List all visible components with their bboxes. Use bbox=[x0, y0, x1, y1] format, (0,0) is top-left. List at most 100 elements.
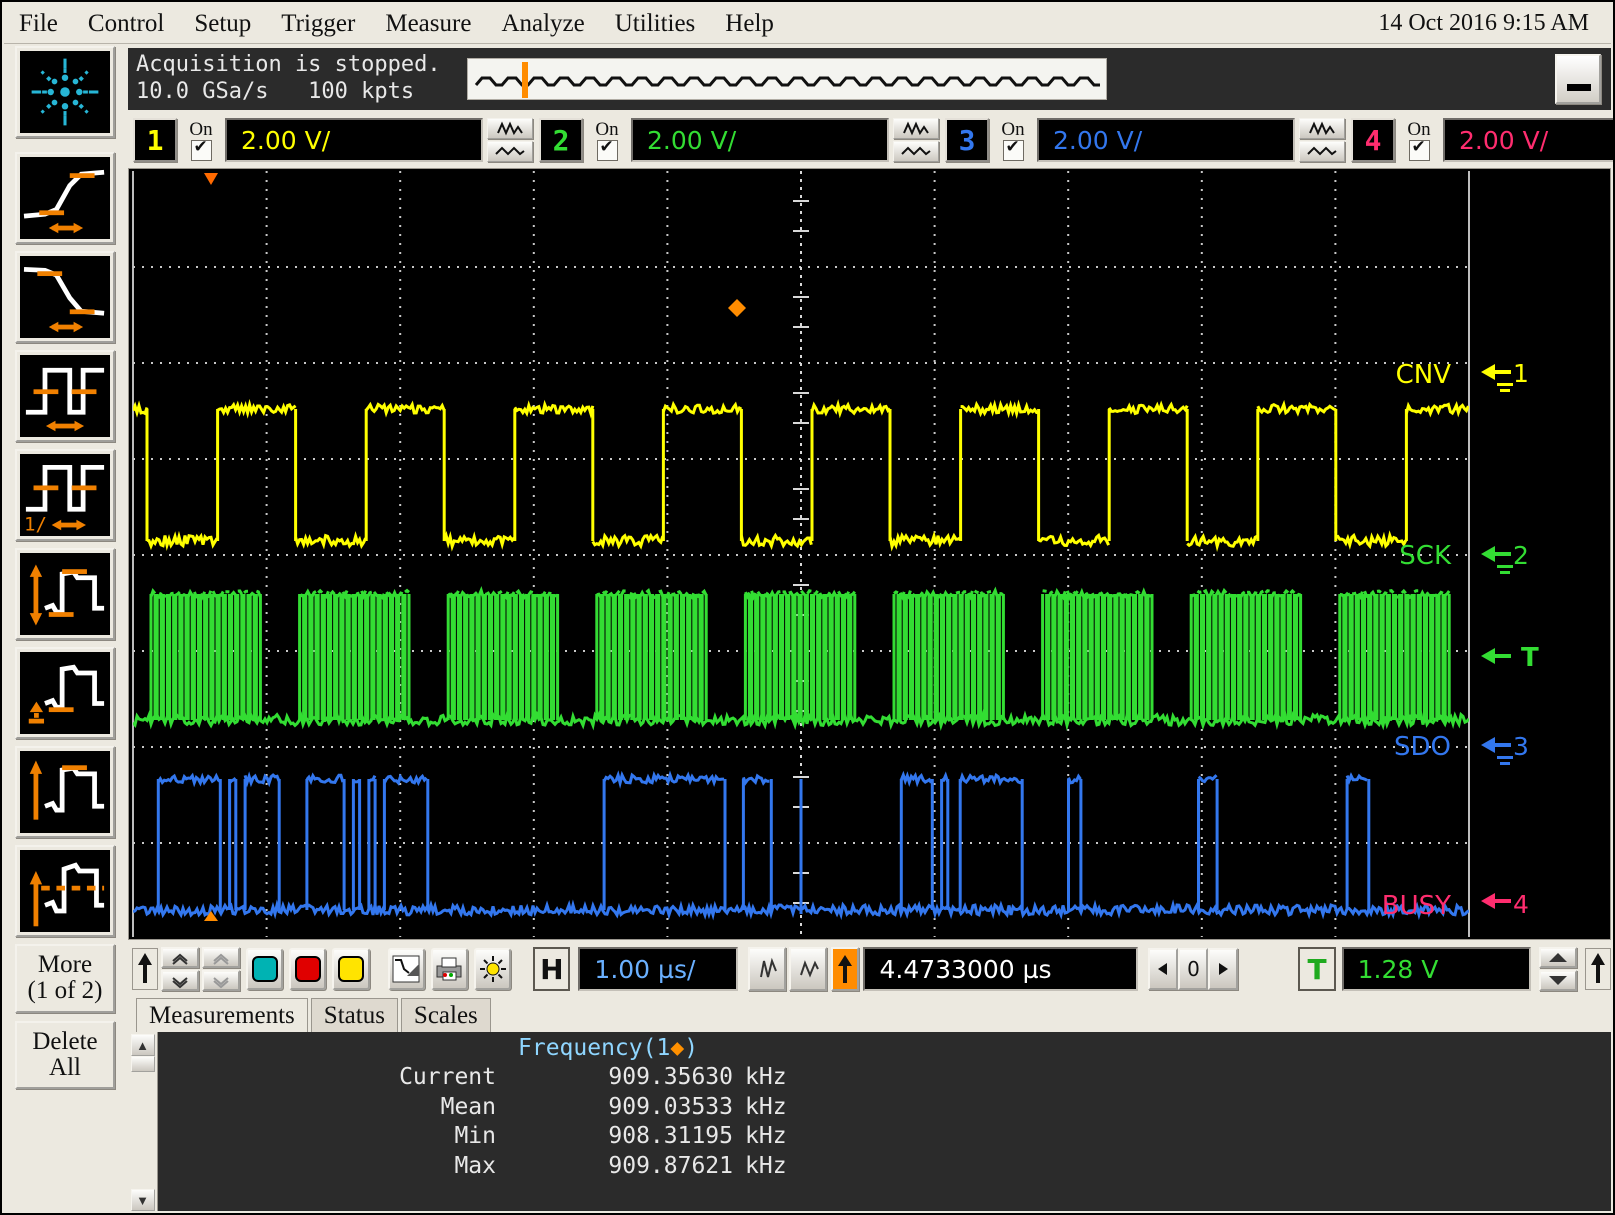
timebase-coarse-up-icon[interactable] bbox=[161, 947, 199, 968]
horizontal-mode-icon[interactable]: H bbox=[533, 947, 570, 991]
svg-text:T: T bbox=[1521, 643, 1539, 673]
tab-status[interactable]: Status bbox=[311, 998, 398, 1032]
autoscale-button[interactable] bbox=[388, 948, 425, 990]
meas-frequency-button[interactable]: 1/ bbox=[15, 449, 115, 541]
delay-zero-button[interactable] bbox=[831, 947, 859, 991]
meas-base-button[interactable] bbox=[15, 647, 115, 739]
delay-readout[interactable]: 4.4733000 µs bbox=[863, 947, 1138, 991]
meas-amplitude-button[interactable] bbox=[15, 548, 115, 640]
channel-2-dc-coupling-icon[interactable] bbox=[893, 141, 939, 162]
svg-text:4: 4 bbox=[1513, 890, 1529, 919]
delay-coarse-icon[interactable] bbox=[789, 947, 827, 991]
display-brightness-button[interactable] bbox=[474, 948, 511, 990]
measurement-scrollbar[interactable]: ▲ ▼ bbox=[128, 1032, 158, 1211]
timebase-readout[interactable]: 1.00 µs/ bbox=[578, 947, 738, 991]
menu-utilities[interactable]: Utilities bbox=[600, 8, 711, 40]
measurement-header-row: Frequency(1◆) bbox=[158, 1034, 1611, 1063]
timebase-fine-down-icon[interactable] bbox=[202, 970, 240, 991]
menu-help[interactable]: Help bbox=[710, 8, 789, 40]
stop-button[interactable] bbox=[289, 948, 326, 990]
tab-measurements[interactable]: Measurements bbox=[136, 998, 308, 1032]
channel-1-volts-readout[interactable]: 2.00 V/ bbox=[225, 118, 483, 162]
left-sidebar: 1/ bbox=[6, 46, 124, 1211]
base-icon bbox=[20, 652, 110, 734]
scroll-down-icon[interactable]: ▼ bbox=[131, 1189, 155, 1211]
channel-2-group: 2 On 2.00 V/ bbox=[539, 116, 939, 164]
scroll-thumb[interactable] bbox=[131, 1056, 155, 1072]
scroll-up-icon[interactable]: ▲ bbox=[131, 1034, 155, 1056]
channel-4-volts-readout[interactable]: 2.00 V/ bbox=[1443, 118, 1615, 162]
print-button[interactable] bbox=[431, 948, 468, 990]
trigger-level-down-button[interactable] bbox=[1539, 970, 1577, 991]
channel-3-ac-coupling-icon[interactable] bbox=[1299, 118, 1345, 139]
channel-1-button[interactable]: 1 bbox=[133, 118, 177, 162]
amplitude-icon bbox=[20, 553, 110, 635]
meas-fall-time-button[interactable] bbox=[15, 251, 115, 343]
nav-next-button[interactable] bbox=[1208, 948, 1238, 990]
channel-4-checkbox[interactable] bbox=[1409, 140, 1430, 161]
menu-measure[interactable]: Measure bbox=[370, 8, 486, 40]
menu-analyze[interactable]: Analyze bbox=[486, 8, 599, 40]
more-button[interactable]: More (1 of 2) bbox=[15, 944, 115, 1013]
nav-counter[interactable]: 0 bbox=[1178, 948, 1208, 990]
more-label-line1: More bbox=[17, 952, 113, 978]
channel-2-checkbox[interactable] bbox=[597, 140, 618, 161]
channel-2-button[interactable]: 2 bbox=[539, 118, 583, 162]
channel-2-ac-coupling-icon[interactable] bbox=[893, 118, 939, 139]
single-button[interactable] bbox=[332, 948, 369, 990]
channel-1-ac-coupling-icon[interactable] bbox=[487, 118, 533, 139]
timebase-coarse-down-icon[interactable] bbox=[161, 970, 199, 991]
waveform-label-cnv: CNV bbox=[1396, 360, 1451, 390]
trigger-mode-icon[interactable]: T bbox=[1298, 947, 1335, 991]
trigger-slope-icon[interactable] bbox=[1585, 948, 1611, 990]
minimize-button[interactable] bbox=[1555, 54, 1601, 104]
trigger-level-adjust bbox=[1539, 947, 1577, 991]
trigger-level-marker: T bbox=[1481, 643, 1539, 673]
zoom-out-buttons bbox=[202, 947, 240, 991]
channel-2-on-toggle[interactable]: On bbox=[588, 120, 626, 161]
measurement-value-min: 908.31195 bbox=[518, 1122, 733, 1151]
menu-control[interactable]: Control bbox=[73, 8, 179, 40]
channel-4-on-toggle[interactable]: On bbox=[1400, 120, 1438, 161]
timebase-fine-up-icon[interactable] bbox=[202, 947, 240, 968]
trigger-position-arrow-top bbox=[204, 173, 218, 185]
channel-3-button[interactable]: 3 bbox=[945, 118, 989, 162]
meas-average-button[interactable] bbox=[15, 845, 115, 937]
overview-position-marker[interactable] bbox=[522, 62, 528, 98]
channel-3-ground-marker: 3 bbox=[1481, 732, 1529, 765]
menu-trigger[interactable]: Trigger bbox=[266, 8, 370, 40]
tab-scales[interactable]: Scales bbox=[401, 998, 491, 1032]
run-button[interactable] bbox=[246, 948, 283, 990]
channel-3-checkbox[interactable] bbox=[1003, 140, 1024, 161]
overview-waveform-icon bbox=[468, 59, 1106, 99]
delete-label-line2: All bbox=[17, 1055, 113, 1081]
waveform-display[interactable]: 1 T 2 3 bbox=[128, 168, 1611, 940]
channel-3-dc-coupling-icon[interactable] bbox=[1299, 141, 1345, 162]
channel-1-on-toggle[interactable]: On bbox=[182, 120, 220, 161]
trigger-level-up-button[interactable] bbox=[1539, 947, 1577, 968]
waveform-overview-strip[interactable] bbox=[467, 58, 1107, 100]
menu-file[interactable]: File bbox=[4, 8, 73, 40]
delay-adjust-buttons bbox=[748, 947, 786, 991]
meas-top-button[interactable] bbox=[15, 746, 115, 838]
channel-3-coupling-buttons bbox=[1299, 118, 1345, 162]
meas-pulse-width-button[interactable] bbox=[15, 350, 115, 442]
channel-2-ground-marker: 2 bbox=[1481, 541, 1529, 574]
more-label-line2: (1 of 2) bbox=[17, 978, 113, 1004]
measurement-unit-current: kHz bbox=[733, 1063, 787, 1092]
channel-2-volts-readout[interactable]: 2.00 V/ bbox=[631, 118, 889, 162]
trigger-level-up-icon[interactable] bbox=[132, 948, 158, 990]
agilent-logo-button[interactable] bbox=[15, 46, 115, 138]
menu-setup[interactable]: Setup bbox=[179, 8, 266, 40]
delay-fine-icon[interactable] bbox=[748, 947, 786, 991]
channel-3-on-toggle[interactable]: On bbox=[994, 120, 1032, 161]
channel-3-volts-readout[interactable]: 2.00 V/ bbox=[1037, 118, 1295, 162]
delete-all-button[interactable]: Delete All bbox=[15, 1021, 115, 1090]
meas-rise-time-button[interactable] bbox=[15, 152, 115, 244]
nav-previous-button[interactable] bbox=[1148, 948, 1178, 990]
trigger-level-readout[interactable]: 1.28 V bbox=[1342, 947, 1531, 991]
channel-1-checkbox[interactable] bbox=[191, 140, 212, 161]
measurement-panel: Measurements Status Scales ▲ ▼ Frequency… bbox=[128, 996, 1611, 1211]
channel-1-dc-coupling-icon[interactable] bbox=[487, 141, 533, 162]
channel-4-button[interactable]: 4 bbox=[1351, 118, 1395, 162]
